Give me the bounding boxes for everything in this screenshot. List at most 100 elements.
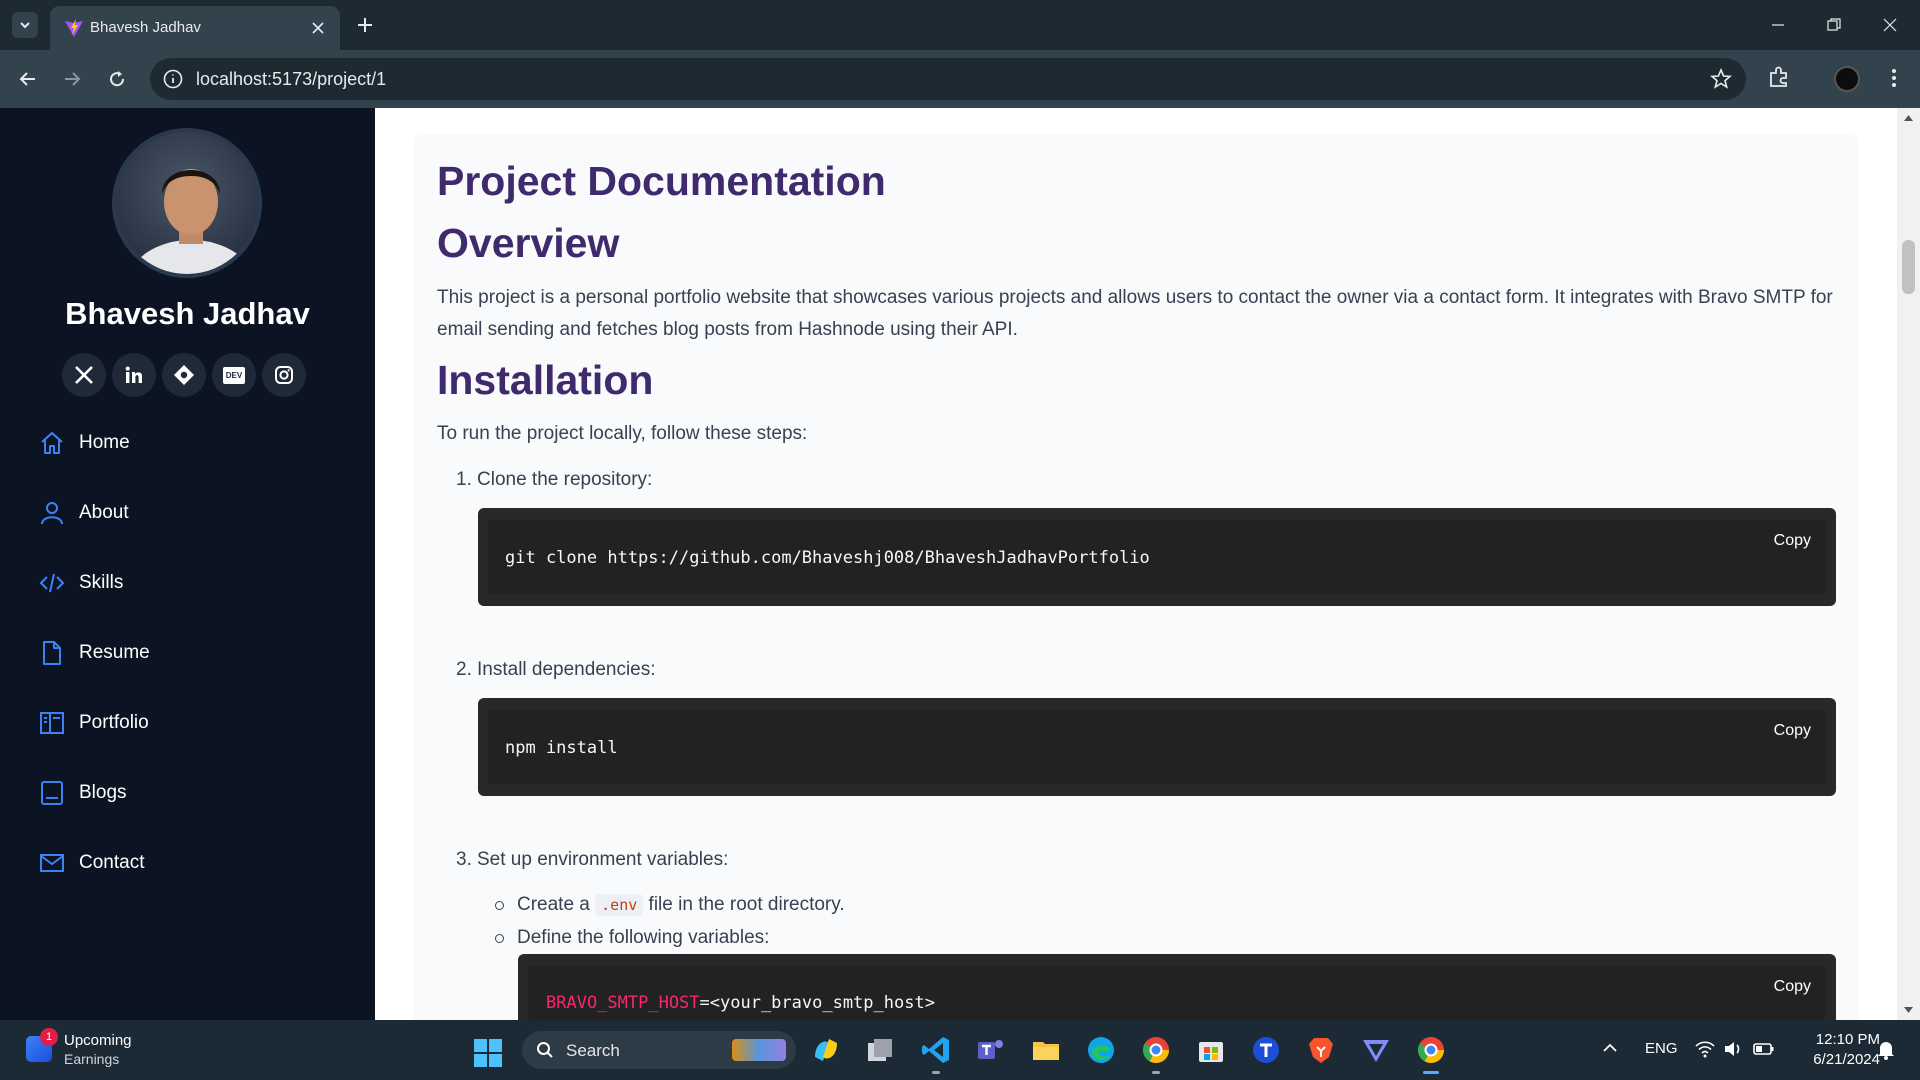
chrome-app[interactable]	[1140, 1034, 1172, 1074]
sidebar-item-contact[interactable]: Contact	[38, 828, 150, 898]
sidebar-item-resume[interactable]: Resume	[38, 618, 150, 688]
sidebar-item-about[interactable]: About	[38, 478, 150, 548]
portfolio-icon	[38, 709, 66, 737]
step-number: 1.	[456, 469, 472, 490]
search-highlight-image	[732, 1039, 786, 1061]
code-inner	[488, 710, 1826, 784]
vpn-icon	[1363, 1040, 1389, 1062]
more-vert-icon[interactable]	[1884, 64, 1904, 92]
language-indicator[interactable]: ENG	[1645, 1040, 1678, 1057]
chrome-app-active[interactable]	[1415, 1034, 1447, 1074]
app-t[interactable]	[1250, 1034, 1282, 1066]
chrome-icon	[1142, 1037, 1170, 1064]
linkedin-link[interactable]	[112, 353, 156, 397]
sidebar-item-label: About	[79, 502, 129, 523]
installation-intro: To run the project locally, follow these…	[437, 423, 808, 444]
step-number: 3.	[456, 849, 472, 870]
search-icon	[537, 1042, 553, 1058]
browser-tab[interactable]: Bhavesh Jadhav	[50, 6, 340, 50]
step-number: 2.	[456, 659, 472, 680]
browser-toolbar: localhost:5173/project/1	[0, 50, 1920, 108]
puzzle-icon[interactable]	[1766, 64, 1792, 90]
notification-bell-icon[interactable]	[1877, 1040, 1895, 1060]
copy-button[interactable]: Copy	[1774, 722, 1811, 740]
copy-button[interactable]: Copy	[1774, 532, 1811, 550]
code-block: Copy	[478, 698, 1836, 796]
widgets-button[interactable]: 1 Upcoming Earnings	[26, 1028, 176, 1070]
close-window-button[interactable]	[1862, 0, 1918, 50]
sidebar-item-blogs[interactable]: Blogs	[38, 758, 150, 828]
teams-app[interactable]	[975, 1034, 1007, 1066]
dev-icon-label: DEV	[225, 370, 243, 380]
installation-heading: Installation	[437, 357, 654, 403]
arrow-right-icon	[65, 72, 81, 86]
reload-icon	[110, 71, 125, 87]
clock-time[interactable]: 12:10 PM	[1790, 1031, 1880, 1048]
page-scrollbar[interactable]	[1897, 108, 1920, 1020]
restore-button[interactable]	[1806, 0, 1862, 50]
restore-icon	[1827, 18, 1841, 31]
taskbar: 1 Upcoming Earnings Search ENG 12:10 PM …	[0, 1020, 1920, 1080]
bullet	[495, 901, 504, 910]
copy-button[interactable]: Copy	[1774, 978, 1811, 996]
env-create-suffix: file in the root directory.	[643, 894, 845, 915]
folder-icon	[1033, 1042, 1059, 1060]
close-icon	[1883, 18, 1897, 32]
sidebar-item-label: Resume	[79, 642, 150, 663]
taskbar-search[interactable]: Search	[522, 1031, 796, 1069]
sidebar-item-home[interactable]: Home	[38, 408, 150, 478]
hashnode-icon	[174, 365, 194, 385]
hashnode-link[interactable]	[162, 353, 206, 397]
widget-subtitle: Earnings	[64, 1051, 120, 1067]
new-tab-button[interactable]	[352, 12, 378, 38]
plus-icon	[358, 18, 372, 32]
arrow-left-icon	[19, 72, 35, 86]
copilot-icon	[815, 1039, 837, 1061]
back-button[interactable]	[14, 65, 42, 93]
running-indicator	[1152, 1071, 1160, 1074]
vpn-app[interactable]	[1360, 1034, 1392, 1066]
star-icon[interactable]	[1710, 68, 1732, 90]
minimize-button[interactable]	[1750, 0, 1806, 50]
sidebar-item-label: Portfolio	[79, 712, 149, 733]
tab-title: Bhavesh Jadhav	[90, 19, 201, 36]
reload-button[interactable]	[103, 65, 131, 93]
vite-favicon-icon	[65, 19, 83, 37]
profile-avatar[interactable]	[1834, 66, 1860, 92]
store-app[interactable]	[1195, 1034, 1227, 1066]
brave-app[interactable]	[1305, 1034, 1337, 1066]
sidebar-item-skills[interactable]: Skills	[38, 548, 150, 618]
wifi-icon[interactable]	[1695, 1040, 1715, 1058]
sidebar: Bhavesh Jadhav DEV Home About Skills Res…	[0, 108, 375, 1020]
x-link[interactable]	[62, 353, 106, 397]
scroll-thumb[interactable]	[1902, 240, 1915, 294]
vscode-app[interactable]	[920, 1034, 952, 1074]
tab-close-button[interactable]	[308, 18, 328, 38]
active-indicator	[1423, 1071, 1439, 1074]
forward-button[interactable]	[58, 65, 86, 93]
dev-link[interactable]: DEV	[212, 353, 256, 397]
t-app-icon	[1253, 1037, 1279, 1063]
scroll-up-icon[interactable]	[1903, 114, 1914, 122]
url-text[interactable]: localhost:5173/project/1	[196, 69, 386, 90]
battery-icon[interactable]	[1753, 1040, 1775, 1058]
task-view-app[interactable]	[864, 1034, 896, 1066]
inline-code: .env	[595, 894, 644, 916]
scroll-down-icon[interactable]	[1903, 1006, 1914, 1014]
user-icon	[38, 499, 66, 527]
edge-app[interactable]	[1085, 1034, 1117, 1066]
clock-date[interactable]: 6/21/2024	[1790, 1051, 1880, 1068]
volume-icon[interactable]	[1723, 1040, 1743, 1058]
copilot-app[interactable]	[810, 1034, 842, 1066]
code-text: BRAVO_SMTP_HOST=<your_bravo_smtp_host>	[546, 993, 935, 1013]
code-text: git clone https://github.com/Bhaveshj008…	[505, 548, 1150, 568]
sidebar-item-portfolio[interactable]: Portfolio	[38, 688, 150, 758]
site-info-icon[interactable]	[162, 68, 184, 90]
tab-list-button[interactable]	[12, 12, 38, 38]
file-explorer-app[interactable]	[1030, 1034, 1062, 1066]
instagram-link[interactable]	[262, 353, 306, 397]
chevron-up-icon[interactable]	[1602, 1040, 1618, 1056]
overview-text: This project is a personal portfolio web…	[437, 287, 1833, 340]
windows-start-icon[interactable]	[473, 1038, 503, 1068]
address-bar[interactable]: localhost:5173/project/1	[150, 58, 1746, 100]
